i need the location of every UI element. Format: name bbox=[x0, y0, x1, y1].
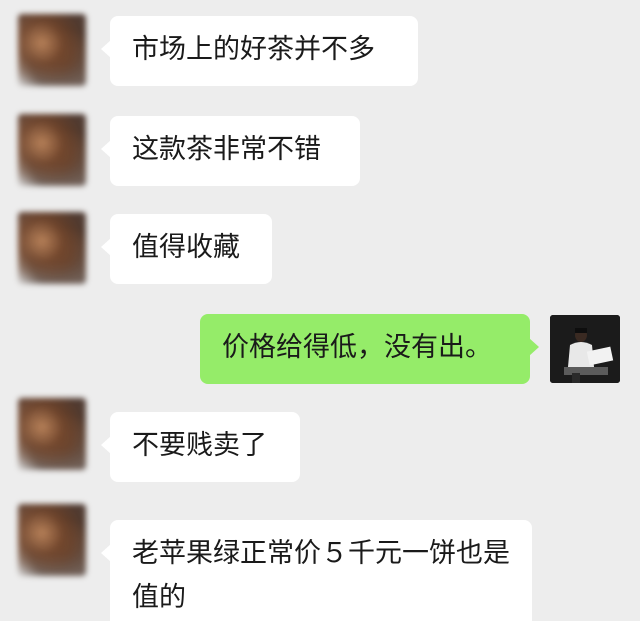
message-text: 市场上的好茶并不多 bbox=[132, 34, 375, 65]
message-text: 老苹果绿正常价５千元一饼也是值的 bbox=[132, 538, 510, 613]
message-text: 值得收藏 bbox=[132, 232, 240, 263]
contact-avatar[interactable] bbox=[18, 212, 86, 284]
chat-area: 市场上的好茶并不多 这款茶非常不错 值得收藏 价格给得低，没有出。 不要贱卖了 … bbox=[0, 0, 640, 621]
message-text: 不要贱卖了 bbox=[132, 430, 267, 461]
user-avatar[interactable] bbox=[550, 315, 620, 383]
message-bubble-incoming: 老苹果绿正常价５千元一饼也是值的 bbox=[101, 520, 532, 621]
message-bubble-outgoing: 价格给得低，没有出。 bbox=[200, 314, 539, 384]
message-bubble-incoming: 不要贱卖了 bbox=[101, 412, 300, 482]
contact-avatar[interactable] bbox=[18, 14, 86, 86]
message-bubble-incoming: 这款茶非常不错 bbox=[101, 116, 360, 186]
user-photo-icon bbox=[550, 315, 620, 383]
message-text: 这款茶非常不错 bbox=[132, 134, 321, 165]
message-bubble-incoming: 市场上的好茶并不多 bbox=[101, 16, 418, 86]
contact-avatar[interactable] bbox=[18, 504, 86, 576]
contact-avatar[interactable] bbox=[18, 114, 86, 186]
contact-avatar[interactable] bbox=[18, 398, 86, 470]
message-bubble-incoming: 值得收藏 bbox=[101, 214, 272, 284]
message-text: 价格给得低，没有出。 bbox=[222, 332, 492, 363]
